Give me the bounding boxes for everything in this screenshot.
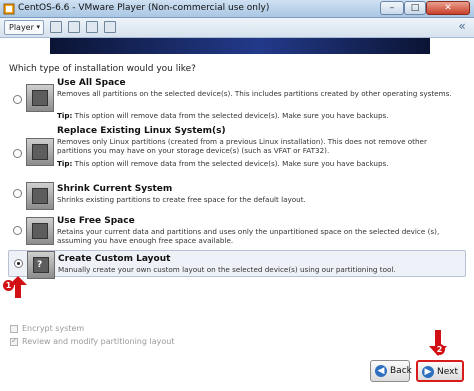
next-button-label: Next (437, 367, 458, 377)
option-replace-existing-linux[interactable]: Replace Existing Linux System(s) Removes… (8, 126, 466, 182)
option-shrink-current-system[interactable]: Shrink Current System Shrinks existing p… (8, 182, 466, 212)
tip-label: Tip: (57, 159, 73, 168)
power-icon[interactable] (50, 21, 62, 33)
back-button[interactable]: ◀ Back (370, 360, 412, 382)
option-description: Retains your current data and partitions… (57, 227, 440, 245)
option-title: Shrink Current System (57, 184, 173, 194)
back-button-label: Back (390, 366, 412, 376)
disk-replace-icon (26, 138, 54, 166)
chevron-down-icon: ▾ (36, 23, 40, 31)
installation-type-question: Which type of installation would you lik… (9, 64, 196, 74)
player-menu-label: Player (9, 23, 34, 32)
annotation-step-2-badge: 2 (434, 344, 445, 355)
tip-label: Tip: (57, 111, 73, 120)
fullscreen-icon[interactable] (86, 21, 98, 33)
option-description: Removes all partitions on the selected d… (57, 89, 452, 98)
disk-free-space-icon (26, 217, 54, 245)
disk-icon (26, 84, 54, 112)
player-menu-button[interactable]: Player ▾ (4, 20, 44, 35)
option-title: Create Custom Layout (58, 254, 171, 264)
installation-options: Use All Space Removes all partitions on … (8, 78, 466, 318)
encrypt-system-label: Encrypt system (22, 324, 85, 333)
annotation-step-1-badge: 1 (3, 280, 14, 291)
next-arrow-icon: ▶ (422, 366, 434, 378)
radio-create-custom-layout[interactable] (14, 259, 23, 268)
unity-icon[interactable] (104, 21, 116, 33)
option-description: Shrinks existing partitions to create fr… (57, 195, 306, 204)
minimize-button[interactable]: – (380, 1, 404, 15)
encrypt-system-checkbox[interactable] (10, 324, 18, 333)
radio-replace-existing-linux[interactable] (13, 149, 22, 158)
tip-text: This option will remove data from the se… (72, 159, 389, 168)
installer-banner (50, 38, 430, 54)
window-titlebar: CentOS-6.6 - VMware Player (Non-commerci… (0, 0, 474, 18)
disk-shrink-icon (26, 182, 54, 210)
tip-text: This option will remove data from the se… (72, 111, 389, 120)
close-button[interactable]: ✕ (426, 1, 470, 15)
encrypt-system-row[interactable]: Encrypt system (10, 324, 84, 333)
vmware-app-icon (3, 3, 15, 15)
custom-layout-icon: ? (27, 251, 55, 279)
radio-use-free-space[interactable] (13, 226, 22, 235)
option-create-custom-layout[interactable]: ? Create Custom Layout Manually create y… (8, 250, 466, 279)
collapse-toolbar-icon[interactable]: « (454, 20, 470, 34)
option-title: Use All Space (57, 78, 126, 88)
next-button[interactable]: ▶ Next (416, 360, 464, 382)
send-ctrl-alt-del-icon[interactable] (68, 21, 80, 33)
option-description: Manually create your own custom layout o… (58, 265, 396, 274)
option-use-free-space[interactable]: Use Free Space Retains your current data… (8, 214, 466, 250)
window-title: CentOS-6.6 - VMware Player (Non-commerci… (18, 3, 270, 13)
maximize-button[interactable]: □ (404, 1, 426, 15)
review-layout-label: Review and modify partitioning layout (22, 337, 175, 346)
radio-shrink-current-system[interactable] (13, 189, 22, 198)
option-description: Removes only Linux partitions (created f… (57, 137, 427, 155)
review-layout-checkbox[interactable] (10, 336, 18, 346)
vmware-toolbar: Player ▾ « (0, 18, 474, 38)
option-tip: Tip: This option will remove data from t… (57, 159, 457, 168)
option-title: Use Free Space (57, 216, 135, 226)
option-tip: Tip: This option will remove data from t… (57, 111, 457, 120)
review-layout-row[interactable]: Review and modify partitioning layout (10, 336, 175, 346)
option-use-all-space[interactable]: Use All Space Removes all partitions on … (8, 78, 466, 124)
radio-use-all-space[interactable] (13, 95, 22, 104)
option-title: Replace Existing Linux System(s) (57, 126, 226, 136)
back-arrow-icon: ◀ (375, 365, 387, 377)
